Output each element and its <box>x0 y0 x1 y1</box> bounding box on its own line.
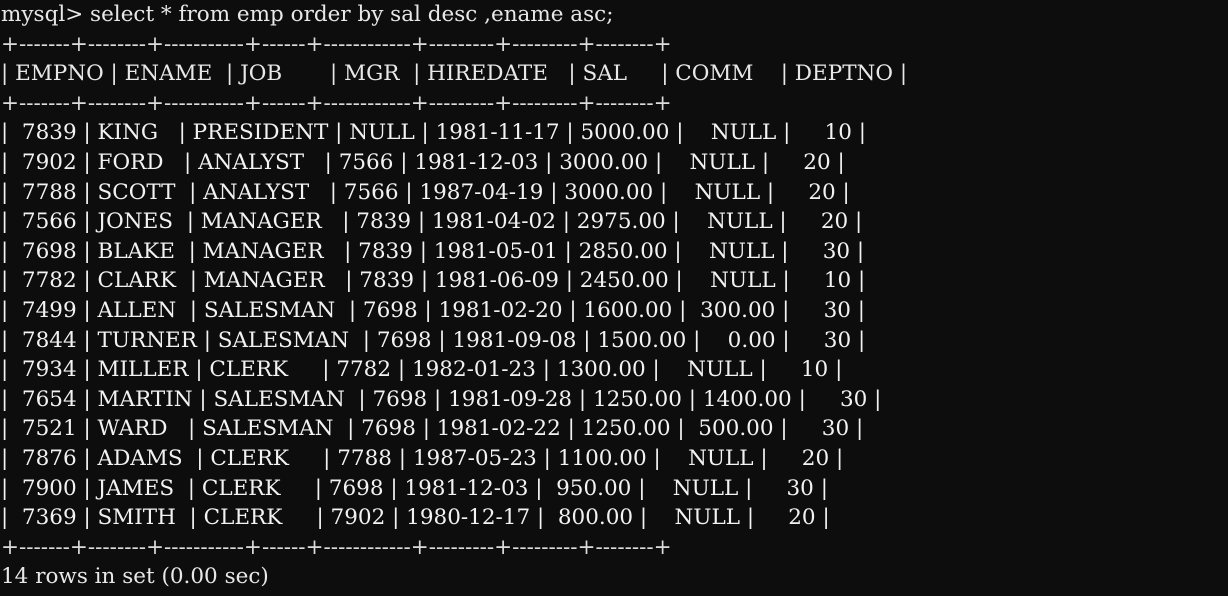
table-body: | 7839 | KING | PRESIDENT | NULL | 1981-… <box>1 118 1228 532</box>
result-footer: 14 rows in set (0.00 sec) <box>1 564 269 590</box>
table-row: | 7698 | BLAKE | MANAGER | 7839 | 1981-0… <box>1 238 865 264</box>
table-row: | 7839 | KING | PRESIDENT | NULL | 1981-… <box>1 120 866 146</box>
table-row: | 7876 | ADAMS | CLERK | 7788 | 1987-05-… <box>1 445 844 471</box>
table-top-border: +-------+--------+-----------+------+---… <box>1 31 672 57</box>
table-row: | 7654 | MARTIN | SALESMAN | 7698 | 1981… <box>1 386 882 412</box>
table-header-separator: +-------+--------+-----------+------+---… <box>1 90 672 116</box>
table-bottom-border: +-------+--------+-----------+------+---… <box>1 534 672 560</box>
table-row: | 7499 | ALLEN | SALESMAN | 7698 | 1981-… <box>1 297 865 323</box>
table-row: | 7782 | CLARK | MANAGER | 7839 | 1981-0… <box>1 268 866 294</box>
table-row: | 7902 | FORD | ANALYST | 7566 | 1981-12… <box>1 149 845 175</box>
table-row: | 7788 | SCOTT | ANALYST | 7566 | 1987-0… <box>1 179 850 205</box>
table-row: | 7844 | TURNER | SALESMAN | 7698 | 1981… <box>1 327 866 353</box>
table-row: | 7934 | MILLER | CLERK | 7782 | 1982-01… <box>1 357 843 383</box>
table-row: | 7566 | JONES | MANAGER | 7839 | 1981-0… <box>1 209 863 235</box>
table-row: | 7900 | JAMES | CLERK | 7698 | 1981-12-… <box>1 475 828 501</box>
table-header-row: | EMPNO | ENAME | JOB | MGR | HIREDATE |… <box>1 61 908 87</box>
table-row: | 7369 | SMITH | CLERK | 7902 | 1980-12-… <box>1 505 830 531</box>
table-row: | 7521 | WARD | SALESMAN | 7698 | 1981-0… <box>1 416 864 442</box>
terminal-window[interactable]: mysql> select * from emp order by sal de… <box>0 0 1228 596</box>
mysql-prompt-line: mysql> select * from emp order by sal de… <box>1 2 614 27</box>
